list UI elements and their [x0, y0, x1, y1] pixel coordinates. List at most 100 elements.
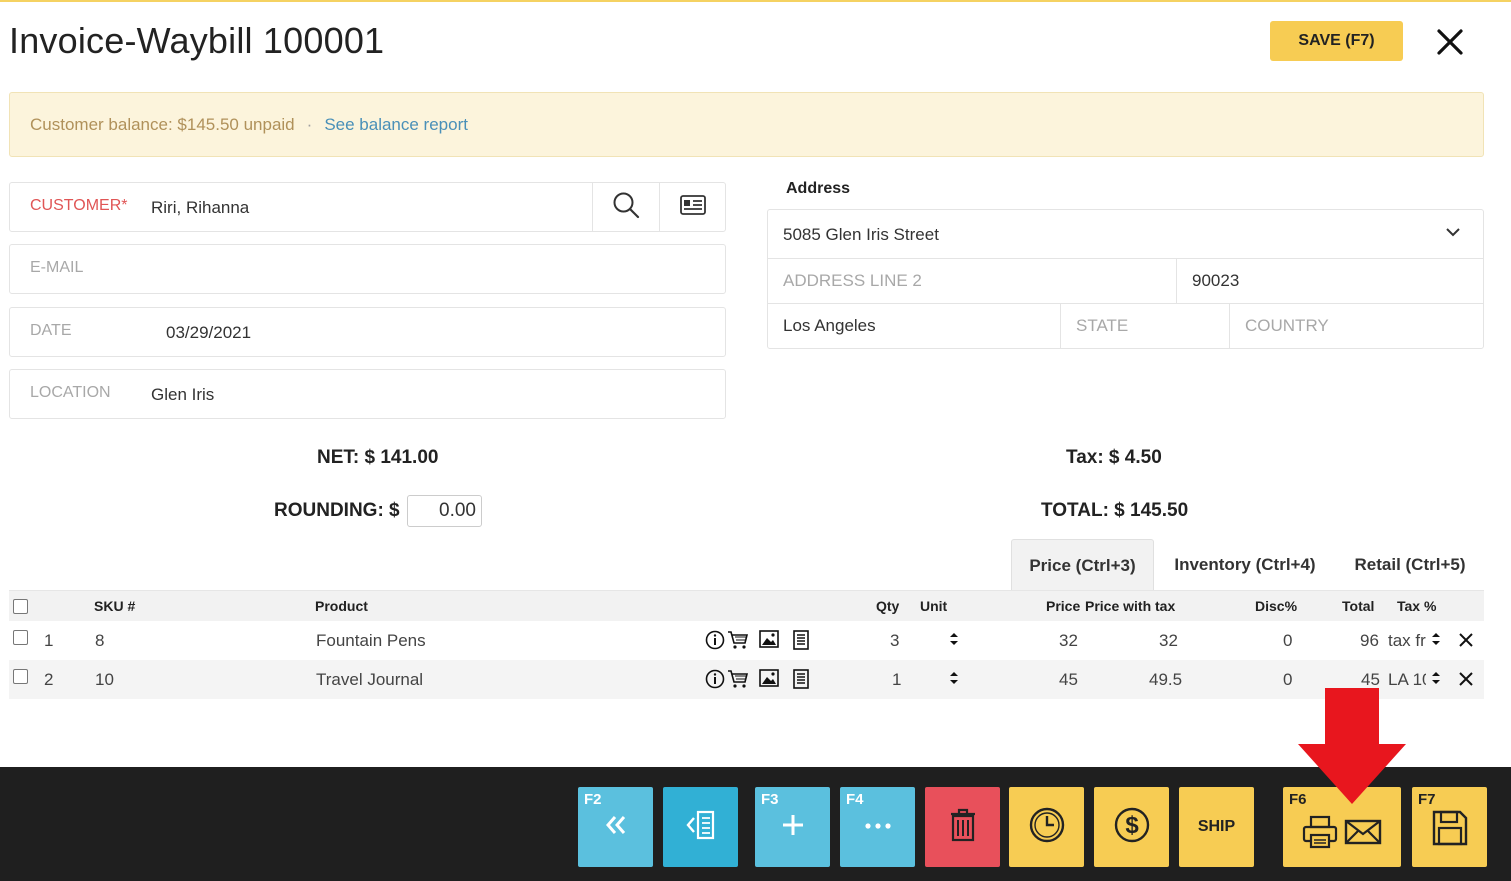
info-icon[interactable]	[705, 630, 725, 655]
printer-icon	[1302, 815, 1338, 854]
key-label-f4: F4	[846, 791, 864, 808]
search-customer-button[interactable]	[592, 183, 659, 231]
customer-field[interactable]: CUSTOMER* Riri, Rihanna	[9, 182, 726, 232]
info-icon[interactable]	[705, 669, 725, 694]
chevron-down-icon[interactable]	[1444, 223, 1462, 246]
document-icon[interactable]	[792, 669, 810, 694]
dollar-icon: $	[1113, 806, 1151, 849]
unit-updown-icon[interactable]	[948, 631, 960, 652]
trash-icon	[949, 808, 977, 847]
tab-price[interactable]: Price (Ctrl+3)	[1011, 539, 1154, 591]
row-qty[interactable]: 3	[890, 631, 899, 651]
key-label-f2: F2	[584, 791, 602, 808]
customer-value[interactable]: Riri, Rihanna	[151, 198, 249, 218]
row-product[interactable]: Fountain Pens	[316, 631, 426, 651]
balance-report-link[interactable]: See balance report	[324, 115, 468, 135]
row-disc[interactable]: 0	[1283, 631, 1292, 651]
row-number: 2	[44, 670, 54, 689]
ellipsis-icon	[863, 818, 893, 836]
tax-updown-icon[interactable]	[1430, 631, 1442, 652]
row-total: 45	[1361, 670, 1380, 689]
plus-icon	[780, 812, 806, 843]
history-button[interactable]	[1009, 787, 1084, 867]
page-title: Invoice-Waybill 100001	[9, 20, 385, 61]
payment-button[interactable]: $	[1094, 787, 1169, 867]
floppy-disk-icon	[1432, 810, 1468, 851]
cart-icon[interactable]	[727, 669, 749, 694]
email-field[interactable]: E-MAIL	[9, 244, 726, 294]
more-options-button[interactable]: F4	[840, 787, 915, 867]
header-unit: Unit	[920, 598, 948, 614]
table-row[interactable]: 1 8 Fountain Pens 3 32 32 0 96 tax fr	[9, 621, 1484, 660]
address-title: Address	[786, 180, 851, 197]
image-icon[interactable]	[759, 669, 779, 692]
tax-total: Tax: $ 4.50	[1066, 447, 1162, 468]
row-price-with-tax[interactable]: 49.5	[1149, 670, 1182, 690]
table-row[interactable]: 2 10 Travel Journal 1 45 49.5 0 45 LA 10	[9, 660, 1484, 699]
clock-icon	[1028, 806, 1066, 849]
city-input[interactable]: Los Angeles	[768, 304, 876, 348]
save-toolbar-button[interactable]: F7	[1412, 787, 1487, 867]
balance-notice: Customer balance: $145.50 unpaid · See b…	[9, 92, 1484, 157]
unit-updown-icon[interactable]	[948, 670, 960, 691]
svg-text:$: $	[1125, 812, 1139, 839]
row-price-with-tax[interactable]: 32	[1159, 631, 1178, 651]
ship-button[interactable]: SHIP	[1179, 787, 1254, 867]
tax-updown-icon[interactable]	[1430, 670, 1442, 691]
row-checkbox[interactable]	[13, 669, 28, 684]
cart-icon[interactable]	[727, 630, 749, 655]
customer-label: CUSTOMER*	[30, 197, 128, 214]
date-label: DATE	[30, 322, 72, 339]
close-icon[interactable]	[1432, 24, 1468, 60]
key-label-f3: F3	[761, 791, 779, 808]
tab-inventory[interactable]: Inventory (Ctrl+4)	[1160, 539, 1330, 591]
date-field[interactable]: DATE 03/29/2021	[9, 307, 726, 357]
location-field[interactable]: LOCATION Glen Iris	[9, 369, 726, 419]
search-icon	[612, 191, 640, 224]
row-tax[interactable]: LA 10	[1388, 670, 1426, 690]
remove-row-icon[interactable]	[1458, 632, 1474, 653]
previous-button[interactable]: F2	[578, 787, 653, 867]
select-all-checkbox[interactable]	[13, 599, 28, 614]
state-input[interactable]: STATE	[1061, 304, 1128, 348]
address-line1-row[interactable]: 5085 Glen Iris Street	[768, 210, 1483, 259]
image-icon[interactable]	[759, 630, 779, 653]
row-disc[interactable]: 0	[1283, 670, 1292, 690]
remove-row-icon[interactable]	[1458, 671, 1474, 692]
address-line2-input[interactable]: ADDRESS LINE 2	[768, 259, 922, 303]
zip-input[interactable]: 90023	[1177, 259, 1239, 303]
row-number: 1	[44, 631, 54, 650]
tab-retail[interactable]: Retail (Ctrl+5)	[1340, 539, 1480, 591]
row-tax[interactable]: tax fr	[1388, 631, 1426, 651]
date-value[interactable]: 03/29/2021	[166, 323, 251, 343]
document-icon[interactable]	[792, 630, 810, 655]
email-label: E-MAIL	[30, 259, 84, 276]
rounding-input[interactable]: 0.00	[407, 495, 482, 527]
delete-button[interactable]	[925, 787, 1000, 867]
row-checkbox[interactable]	[13, 630, 28, 645]
row-price[interactable]: 32	[1059, 631, 1078, 651]
collapse-panel-button[interactable]	[663, 787, 738, 867]
address-box: 5085 Glen Iris Street ADDRESS LINE 2 900…	[767, 209, 1484, 349]
net-total: NET: $ 141.00	[317, 447, 439, 468]
header-product: Product	[315, 598, 368, 614]
row-qty[interactable]: 1	[892, 670, 901, 690]
header-sku: SKU #	[94, 598, 136, 614]
row-price[interactable]: 45	[1059, 670, 1078, 690]
row-total: 96	[1360, 631, 1379, 650]
country-input[interactable]: COUNTRY	[1230, 304, 1329, 348]
address-line2-row: ADDRESS LINE 2 90023	[768, 259, 1483, 304]
save-button[interactable]: SAVE (F7)	[1270, 21, 1403, 61]
customer-card-button[interactable]	[659, 183, 726, 231]
header-total: Total	[1342, 598, 1375, 614]
address-line1-value[interactable]: 5085 Glen Iris Street	[768, 210, 939, 259]
notice-separator: ·	[306, 114, 313, 134]
table-header: SKU # Product Qty Unit Price Price with …	[9, 590, 1484, 621]
row-product[interactable]: Travel Journal	[316, 670, 423, 690]
row-sku: 8	[95, 631, 105, 650]
add-row-button[interactable]: F3	[755, 787, 830, 867]
rounding-label: ROUNDING: $	[274, 500, 400, 521]
panel-left-icon	[683, 807, 719, 848]
location-value[interactable]: Glen Iris	[151, 385, 214, 405]
annotation-arrow-icon	[1296, 688, 1408, 811]
